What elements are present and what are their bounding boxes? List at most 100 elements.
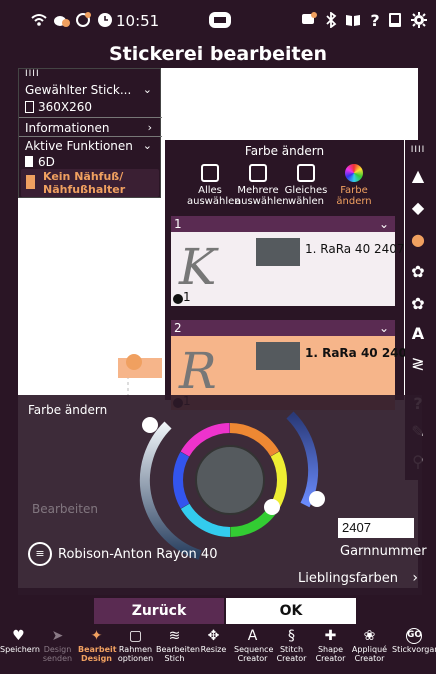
thread-brand[interactable]: ≡ Robison-Anton Rayon 40 xyxy=(28,542,217,566)
color-label: 1. RaRa 40 2407 xyxy=(305,346,416,360)
hoop-size: 360X260 xyxy=(25,100,92,114)
applique-icon: ❀ xyxy=(363,628,376,644)
select-all-label: Alles auswählen xyxy=(187,185,241,207)
select-same-icon xyxy=(297,164,315,182)
hoop-icon: ▢ xyxy=(128,628,143,644)
chevron-down-icon[interactable]: ⌄ xyxy=(143,139,152,152)
active-functions-label[interactable]: Aktive Funktionen xyxy=(25,139,133,153)
hoop-view-icon[interactable]: ▲ xyxy=(408,166,428,186)
thread-brand-label: Robison-Anton Rayon 40 xyxy=(58,546,218,562)
embroidery-stitchout-button[interactable]: GO Stickvorgang xyxy=(392,625,436,674)
stitch-icon[interactable]: ≷ xyxy=(408,354,428,374)
layers-icon[interactable]: ◆ xyxy=(408,198,428,218)
selected-stitch-label: Gewählter Stick... xyxy=(25,83,132,97)
shape-icon: ✚ xyxy=(324,628,337,644)
edit-design-label: Bearbeit Design xyxy=(78,645,117,663)
palette-icon[interactable]: ● xyxy=(408,230,428,250)
send-design-button[interactable]: ➤ Design senden xyxy=(39,625,76,674)
favorite-colors-bar[interactable]: Lieblingsfarben › xyxy=(18,568,422,592)
needle-value: 6D xyxy=(38,155,55,169)
chevron-down-icon[interactable]: ⌄ xyxy=(379,216,389,232)
color-block-1[interactable]: 1 ⌄ K 1. RaRa 40 2407 1 xyxy=(171,216,405,306)
gear-icon[interactable]: ✿ xyxy=(408,262,428,282)
chevron-right-icon[interactable]: › xyxy=(412,570,418,586)
stitch-creator-label: Stitch Creator xyxy=(276,645,307,663)
message-icon[interactable] xyxy=(300,11,318,29)
hoop-options-label: Rahmen optionen xyxy=(117,645,154,663)
drag-handle-icon[interactable]: IIII xyxy=(25,69,40,79)
send-icon: ➤ xyxy=(51,628,64,644)
tablet-icon[interactable] xyxy=(386,11,404,29)
ok-button[interactable]: OK xyxy=(226,598,356,624)
thread-number-label: Garnnummer xyxy=(340,544,427,559)
chevron-down-icon[interactable]: ⌄ xyxy=(143,83,152,96)
sequence-icon: A xyxy=(247,628,258,644)
thread-number-input[interactable] xyxy=(338,518,414,538)
color-picker-title: Farbe ändern xyxy=(28,403,108,417)
needle-row: 6D xyxy=(25,155,55,169)
change-color-label: Farbe ändern xyxy=(336,185,372,207)
sync-icon xyxy=(74,11,92,29)
favorite-colors-label: Lieblingsfarben xyxy=(298,571,398,586)
saturation-slider-track xyxy=(286,411,319,508)
back-button[interactable]: Zurück xyxy=(94,598,224,624)
applique-creator-button[interactable]: ❀ Appliqué Creator xyxy=(351,625,388,674)
save-label: Speichern xyxy=(0,645,40,654)
edit-stitch-button[interactable]: ≋ Bearbeiten Stich xyxy=(156,625,200,674)
text-icon[interactable]: A xyxy=(408,324,428,344)
bluetooth-icon[interactable] xyxy=(322,11,340,29)
needle-icon xyxy=(25,156,33,167)
color-swatch xyxy=(256,342,300,370)
select-same-button[interactable]: Gleiches wählen xyxy=(283,162,329,210)
action-buttons: Zurück OK xyxy=(94,598,394,624)
select-multiple-label: Mehrere auswählen xyxy=(235,185,289,207)
save-button[interactable]: ♥ Speichern xyxy=(0,625,40,674)
shape-creator-button[interactable]: ✚ Shape Creator xyxy=(312,625,349,674)
stitch-creator-button[interactable]: § Stitch Creator xyxy=(273,625,310,674)
brightness-handle xyxy=(142,417,158,433)
color-block-index: 1 xyxy=(174,217,182,231)
hoop-size-value: 360X260 xyxy=(38,100,93,114)
applique-creator-label: Appliqué Creator xyxy=(351,645,388,663)
color-wheel[interactable] xyxy=(110,395,330,565)
info-panel: IIII Gewählter Stick... ⌄ 360X260 Inform… xyxy=(18,68,162,198)
panel-title: Farbe ändern xyxy=(244,144,325,158)
edit-stitch-label: Bearbeiten Stich xyxy=(156,645,200,663)
chevron-down-icon[interactable]: ⌄ xyxy=(379,320,389,336)
select-all-button[interactable]: Alles auswählen xyxy=(187,162,241,210)
color-count: 1 xyxy=(183,290,191,304)
color-picker-overlay: Farbe ändern Bearbeiten ≡ Robison-Anton … xyxy=(18,395,427,595)
thread-spool-icon: ≡ xyxy=(28,542,52,566)
saturation-handle xyxy=(309,491,325,507)
shape-creator-label: Shape Creator xyxy=(315,645,346,663)
color-swatch xyxy=(256,238,300,266)
color-block-header: 2 ⌄ xyxy=(171,320,395,336)
hoop-options-button[interactable]: ▢ Rahmen optionen xyxy=(117,625,154,674)
color-change-panel: Farbe ändern Alles auswählen Mehrere aus… xyxy=(165,140,415,410)
color-preview xyxy=(195,445,265,515)
resize-icon: ✥ xyxy=(207,628,220,644)
hue-handle xyxy=(264,499,280,515)
edit-design-button[interactable]: ✦ Bearbeit Design xyxy=(78,625,117,674)
design-preview-k: K xyxy=(179,238,216,296)
edit-stitch-icon: ≋ xyxy=(168,628,181,644)
status-bar: 10:51 ? xyxy=(0,0,436,40)
chevron-right-icon[interactable]: › xyxy=(148,121,152,134)
clock-time: 10:51 xyxy=(116,12,160,30)
resize-label: Resize xyxy=(200,645,227,654)
info-label[interactable]: Informationen xyxy=(25,121,109,135)
select-all-icon xyxy=(201,164,219,182)
hoop-icon xyxy=(25,101,34,113)
cloud-icon xyxy=(52,11,70,29)
move-handle[interactable] xyxy=(126,354,142,370)
resize-button[interactable]: ✥ Resize xyxy=(195,625,232,674)
change-color-button[interactable]: Farbe ändern xyxy=(331,162,377,210)
help-icon[interactable]: ? xyxy=(366,11,384,30)
sequence-creator-button[interactable]: A Sequence Creator xyxy=(234,625,273,674)
drag-handle-icon[interactable]: IIII xyxy=(408,140,428,160)
settings-icon[interactable] xyxy=(410,11,428,29)
machine-icon[interactable] xyxy=(208,11,232,29)
book-icon[interactable] xyxy=(344,11,362,29)
select-multiple-button[interactable]: Mehrere auswählen xyxy=(235,162,289,210)
edit-gear-icon[interactable]: ✿ xyxy=(408,294,428,314)
